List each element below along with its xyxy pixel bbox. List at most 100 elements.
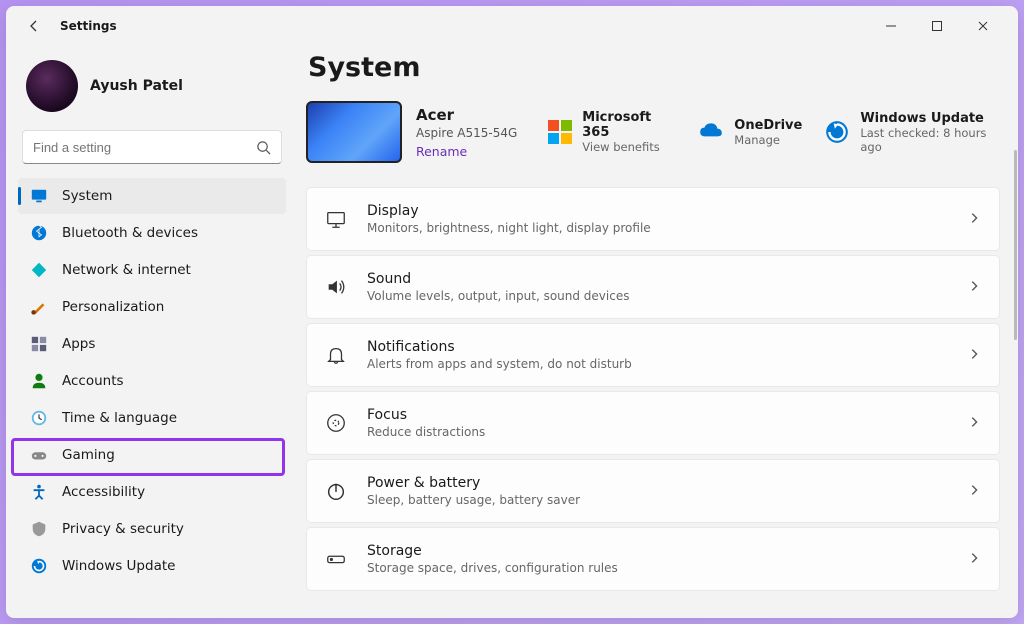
device-info: Acer Aspire A515-54G Rename [416, 106, 526, 159]
chevron-right-icon [967, 346, 981, 365]
card-sub: Volume levels, output, input, sound devi… [367, 289, 947, 303]
card-sub: Storage space, drives, configuration rul… [367, 561, 947, 575]
sidebar-item-accessibility[interactable]: Accessibility [18, 474, 286, 510]
window-controls [868, 10, 1006, 42]
card-storage[interactable]: Storage Storage space, drives, configura… [306, 527, 1000, 591]
sidebar: Ayush Patel System Bluetooth & devices N… [6, 46, 298, 618]
card-sound[interactable]: Sound Volume levels, output, input, soun… [306, 255, 1000, 319]
wifi-icon [30, 261, 48, 279]
update-icon [30, 557, 48, 575]
sidebar-item-label: Accessibility [62, 484, 145, 500]
sidebar-item-time[interactable]: Time & language [18, 400, 286, 436]
window-title: Settings [60, 19, 117, 33]
sidebar-item-network[interactable]: Network & internet [18, 252, 286, 288]
sidebar-item-label: Bluetooth & devices [62, 225, 198, 241]
brush-icon [30, 298, 48, 316]
search-box[interactable] [22, 130, 282, 164]
titlebar: Settings [6, 6, 1018, 46]
card-power[interactable]: Power & battery Sleep, battery usage, ba… [306, 459, 1000, 523]
service-windows-update[interactable]: Windows Update Last checked: 8 hours ago [824, 111, 1000, 154]
storage-icon [325, 548, 347, 570]
onedrive-icon [698, 119, 724, 145]
sidebar-item-label: System [62, 188, 112, 204]
minimize-button[interactable] [868, 10, 914, 42]
device-row: Acer Aspire A515-54G Rename Microsoft 36… [306, 101, 1000, 163]
device-name: Acer [416, 106, 526, 124]
settings-list: Display Monitors, brightness, night ligh… [306, 187, 1000, 591]
shield-icon [30, 520, 48, 538]
sidebar-item-label: Personalization [62, 299, 164, 315]
sidebar-item-label: Accounts [62, 373, 124, 389]
windows-update-icon [824, 119, 850, 145]
accessibility-icon [30, 483, 48, 501]
search-input[interactable] [33, 140, 256, 155]
sidebar-item-bluetooth[interactable]: Bluetooth & devices [18, 215, 286, 251]
close-button[interactable] [960, 10, 1006, 42]
svc-sub: View benefits [582, 140, 676, 154]
avatar [26, 60, 78, 112]
sidebar-item-privacy[interactable]: Privacy & security [18, 511, 286, 547]
chevron-right-icon [967, 482, 981, 501]
rename-link[interactable]: Rename [416, 144, 526, 159]
power-icon [325, 480, 347, 502]
device-thumbnail[interactable] [306, 101, 402, 163]
sidebar-item-update[interactable]: Windows Update [18, 548, 286, 584]
nav-list: System Bluetooth & devices Network & int… [18, 178, 286, 584]
maximize-button[interactable] [914, 10, 960, 42]
sidebar-item-label: Windows Update [62, 558, 175, 574]
svc-title: Microsoft 365 [582, 110, 676, 140]
chevron-right-icon [967, 278, 981, 297]
focus-icon [325, 412, 347, 434]
card-sub: Sleep, battery usage, battery saver [367, 493, 947, 507]
service-ms365[interactable]: Microsoft 365 View benefits [548, 110, 676, 154]
search-icon [256, 140, 271, 155]
card-sub: Alerts from apps and system, do not dist… [367, 357, 947, 371]
main-content: System Acer Aspire A515-54G Rename Micro… [298, 46, 1018, 618]
bell-icon [325, 344, 347, 366]
svc-title: Windows Update [860, 111, 1000, 126]
card-title: Storage [367, 543, 947, 559]
sidebar-item-apps[interactable]: Apps [18, 326, 286, 362]
sidebar-item-label: Apps [62, 336, 95, 352]
svc-title: OneDrive [734, 118, 802, 133]
sidebar-item-label: Time & language [62, 410, 177, 426]
profile-name: Ayush Patel [90, 78, 183, 94]
chevron-right-icon [967, 414, 981, 433]
back-arrow-icon [26, 18, 42, 34]
page-title: System [308, 52, 1000, 83]
card-sub: Monitors, brightness, night light, displ… [367, 221, 947, 235]
ms365-icon [548, 119, 572, 145]
monitor-icon [30, 187, 48, 205]
chevron-right-icon [967, 550, 981, 569]
sidebar-item-label: Network & internet [62, 262, 191, 278]
apps-icon [30, 335, 48, 353]
card-display[interactable]: Display Monitors, brightness, night ligh… [306, 187, 1000, 251]
profile-block[interactable]: Ayush Patel [18, 54, 286, 130]
sound-icon [325, 276, 347, 298]
card-title: Display [367, 203, 947, 219]
chevron-right-icon [967, 210, 981, 229]
sidebar-item-accounts[interactable]: Accounts [18, 363, 286, 399]
display-icon [325, 208, 347, 230]
scrollbar-thumb[interactable] [1014, 150, 1017, 340]
scrollbar[interactable] [1013, 8, 1017, 616]
back-button[interactable] [18, 10, 50, 42]
card-title: Focus [367, 407, 947, 423]
card-sub: Reduce distractions [367, 425, 947, 439]
card-title: Notifications [367, 339, 947, 355]
clock-icon [30, 409, 48, 427]
bluetooth-icon [30, 224, 48, 242]
service-onedrive[interactable]: OneDrive Manage [698, 118, 802, 147]
sidebar-item-personalization[interactable]: Personalization [18, 289, 286, 325]
sidebar-item-label: Gaming [62, 447, 115, 463]
sidebar-item-label: Privacy & security [62, 521, 184, 537]
card-title: Power & battery [367, 475, 947, 491]
svc-sub: Last checked: 8 hours ago [860, 126, 1000, 154]
card-notifications[interactable]: Notifications Alerts from apps and syste… [306, 323, 1000, 387]
sidebar-item-gaming[interactable]: Gaming [18, 437, 286, 473]
settings-window: Settings Ayush Patel System [6, 6, 1018, 618]
sidebar-item-system[interactable]: System [18, 178, 286, 214]
gamepad-icon [30, 446, 48, 464]
card-title: Sound [367, 271, 947, 287]
card-focus[interactable]: Focus Reduce distractions [306, 391, 1000, 455]
